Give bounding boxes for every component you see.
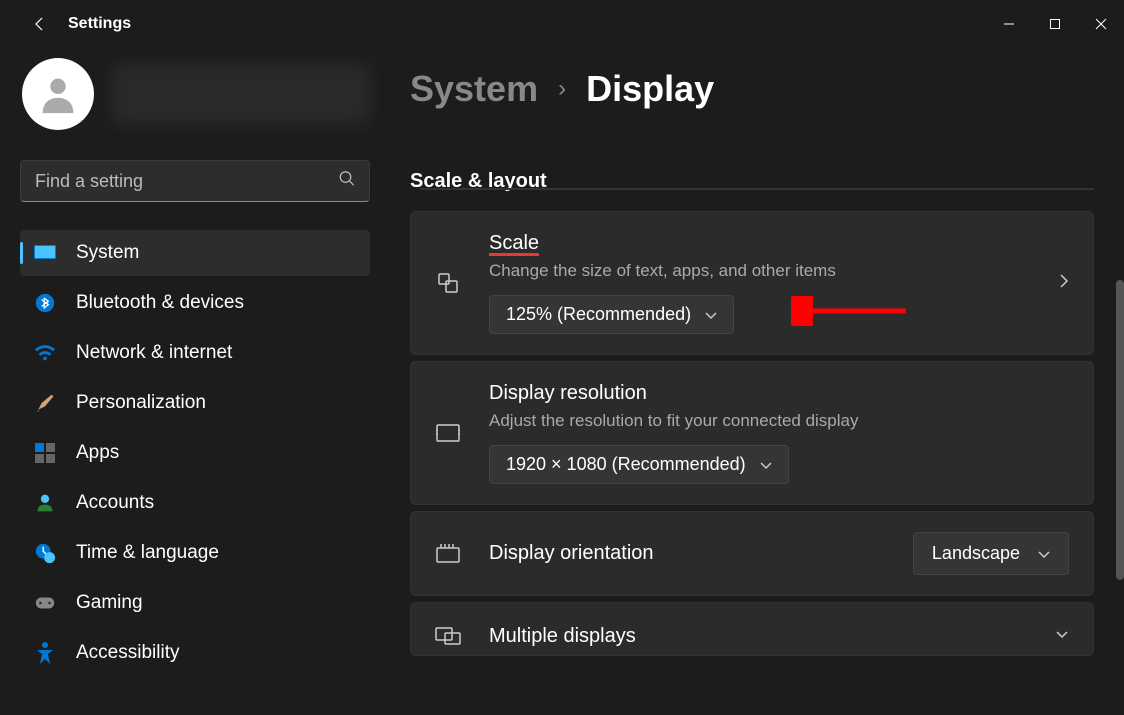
nav-label: Accessibility: [76, 642, 179, 664]
scale-icon: [435, 270, 461, 296]
gamepad-icon: [34, 592, 56, 614]
wifi-icon: [34, 342, 56, 364]
chevron-right-icon: ›: [558, 75, 566, 103]
resolution-card[interactable]: Display resolution Adjust the resolution…: [410, 361, 1094, 505]
resolution-title: Display resolution: [489, 382, 1069, 405]
orientation-icon: [435, 541, 461, 567]
orientation-dropdown[interactable]: Landscape: [913, 532, 1069, 575]
back-button[interactable]: [20, 4, 60, 44]
orientation-value: Landscape: [932, 543, 1020, 564]
resolution-value: 1920 × 1080 (Recommended): [506, 454, 746, 475]
nav-label: Accounts: [76, 492, 154, 514]
profile-info-blurred: [112, 64, 370, 124]
clock-globe-icon: [34, 542, 56, 564]
titlebar: Settings: [0, 0, 1124, 48]
nav-item-accounts[interactable]: Accounts: [20, 480, 370, 526]
scale-desc: Change the size of text, apps, and other…: [489, 261, 1031, 281]
nav-label: Apps: [76, 442, 119, 464]
nav-item-bluetooth[interactable]: Bluetooth & devices: [20, 280, 370, 326]
apps-icon: [34, 442, 56, 464]
nav-list: System Bluetooth & devices Network & int…: [20, 230, 370, 676]
maximize-button[interactable]: [1032, 4, 1078, 44]
breadcrumb-parent[interactable]: System: [410, 68, 538, 110]
bluetooth-icon: [34, 292, 56, 314]
app-title: Settings: [68, 15, 131, 33]
multiple-displays-card[interactable]: Multiple displays: [410, 602, 1094, 656]
chevron-down-icon: [705, 304, 717, 325]
nav-label: Time & language: [76, 542, 219, 564]
divider: [420, 188, 1094, 190]
search-icon: [338, 170, 356, 193]
search-input[interactable]: [20, 160, 370, 202]
resolution-icon: [435, 420, 461, 446]
orientation-title: Display orientation: [489, 542, 885, 565]
chevron-right-icon: [1059, 273, 1069, 294]
nav-item-apps[interactable]: Apps: [20, 430, 370, 476]
scrollbar-thumb[interactable]: [1116, 280, 1124, 580]
multiple-displays-title: Multiple displays: [489, 625, 1027, 648]
nav-label: Bluetooth & devices: [76, 292, 244, 314]
breadcrumb-current: Display: [586, 68, 714, 110]
scrollbar[interactable]: [1116, 280, 1124, 680]
orientation-card[interactable]: Display orientation Landscape: [410, 511, 1094, 596]
nav-item-network[interactable]: Network & internet: [20, 330, 370, 376]
multiple-displays-icon: [435, 623, 461, 649]
scale-card[interactable]: Scale Change the size of text, apps, and…: [410, 211, 1094, 355]
nav-item-accessibility[interactable]: Accessibility: [20, 630, 370, 676]
chevron-down-icon: [760, 454, 772, 475]
minimize-button[interactable]: [986, 4, 1032, 44]
close-button[interactable]: [1078, 4, 1124, 44]
nav-label: Network & internet: [76, 342, 232, 364]
nav-label: System: [76, 242, 139, 264]
nav-item-gaming[interactable]: Gaming: [20, 580, 370, 626]
scale-value: 125% (Recommended): [506, 304, 691, 325]
resolution-desc: Adjust the resolution to fit your connec…: [489, 411, 1069, 431]
main-panel: System › Display Scale & layout Scale Ch…: [390, 48, 1124, 715]
breadcrumb: System › Display: [410, 68, 1094, 110]
system-icon: [34, 242, 56, 264]
person-icon: [34, 492, 56, 514]
nav-label: Personalization: [76, 392, 206, 414]
nav-item-time-language[interactable]: Time & language: [20, 530, 370, 576]
accessibility-icon: [34, 642, 56, 664]
nav-label: Gaming: [76, 592, 143, 614]
chevron-down-icon: [1055, 627, 1069, 645]
paintbrush-icon: [34, 392, 56, 414]
profile-section[interactable]: [20, 58, 370, 130]
window-controls: [986, 4, 1124, 44]
search-box: [20, 160, 370, 202]
avatar: [22, 58, 94, 130]
resolution-dropdown[interactable]: 1920 × 1080 (Recommended): [489, 445, 789, 484]
nav-item-system[interactable]: System: [20, 230, 370, 276]
nav-item-personalization[interactable]: Personalization: [20, 380, 370, 426]
sidebar: System Bluetooth & devices Network & int…: [0, 48, 390, 715]
scale-dropdown[interactable]: 125% (Recommended): [489, 295, 734, 334]
chevron-down-icon: [1038, 543, 1050, 564]
scale-title: Scale: [489, 232, 1031, 255]
